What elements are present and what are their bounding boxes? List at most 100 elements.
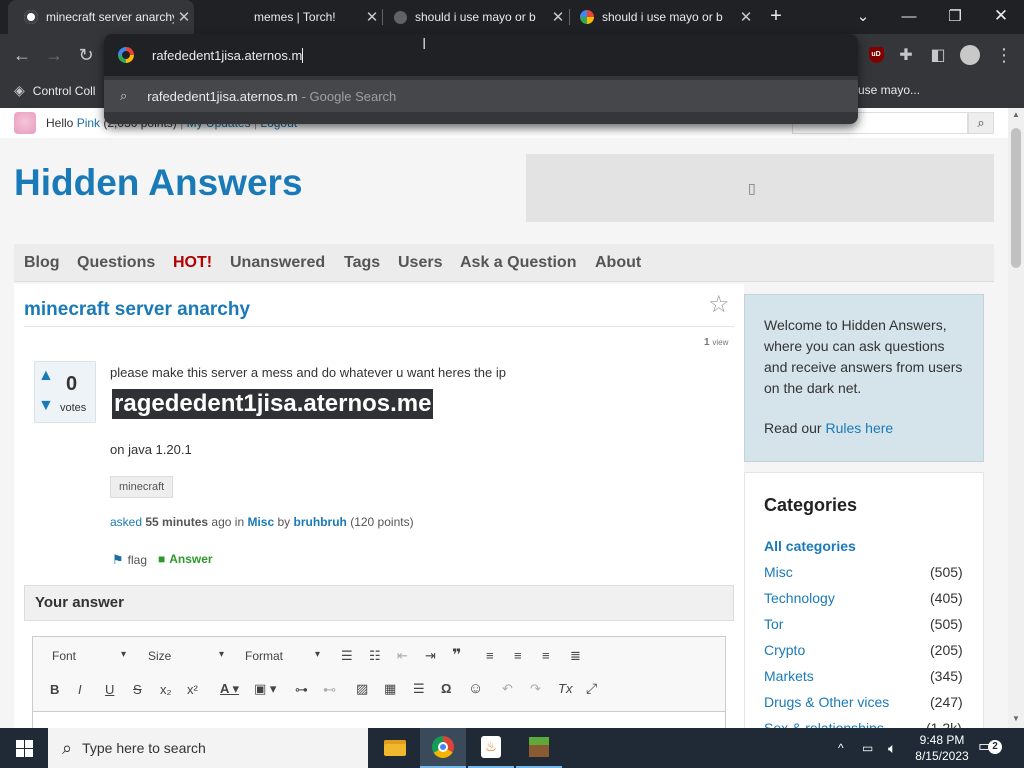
tab-minecraft[interactable]: minecraft server anarchy ✕: [8, 0, 194, 34]
java-taskbar-button[interactable]: ♨: [468, 728, 514, 768]
bookmark-item[interactable]: ◈ Control Coll: [14, 82, 95, 99]
file-explorer-button[interactable]: [372, 728, 418, 768]
taskbar-search[interactable]: ⌕ Type here to search: [48, 728, 368, 768]
tab-torch[interactable]: memes | Torch! ✕: [196, 0, 382, 34]
side-panel-icon[interactable]: ◧: [924, 41, 952, 69]
address-input[interactable]: rafededent1jisa.aternos.m: [152, 48, 302, 63]
asked-link[interactable]: asked: [110, 515, 142, 529]
italic-icon[interactable]: I: [78, 682, 82, 697]
superscript-icon[interactable]: x²: [187, 682, 198, 697]
tab-mayo-1[interactable]: should i use mayo or b ✕: [384, 0, 568, 34]
justify-icon[interactable]: ≣: [570, 648, 581, 664]
maximize-icon[interactable]: ⤢: [586, 680, 597, 697]
close-icon[interactable]: ✕: [548, 8, 568, 26]
bold-icon[interactable]: B: [50, 682, 59, 697]
all-categories-link[interactable]: All categories: [764, 538, 856, 554]
category-crypto[interactable]: Crypto: [764, 642, 805, 658]
link-icon[interactable]: ⊶: [295, 682, 308, 698]
nav-about[interactable]: About: [595, 254, 641, 272]
underline-icon[interactable]: U: [105, 682, 114, 697]
nav-blog[interactable]: Blog: [24, 254, 60, 272]
special-char-icon[interactable]: Ω: [441, 681, 451, 696]
minecraft-taskbar-button[interactable]: [516, 728, 562, 768]
taskbar-clock[interactable]: 9:48 PM 8/15/2023: [912, 732, 972, 764]
image-icon[interactable]: ▨: [356, 681, 368, 697]
horizontal-rule-icon[interactable]: ☰: [413, 681, 425, 697]
scrollbar-thumb[interactable]: [1011, 128, 1021, 268]
scroll-down-icon[interactable]: ▼: [1012, 714, 1020, 723]
bookmark-item-right[interactable]: use mayo...: [858, 83, 920, 97]
category-misc[interactable]: Misc: [764, 564, 793, 580]
vote-up-icon[interactable]: ▲: [38, 367, 54, 385]
unlink-icon[interactable]: ⊷: [323, 682, 336, 698]
restore-button[interactable]: ❐: [932, 0, 978, 32]
category-tor[interactable]: Tor: [764, 616, 783, 632]
omnibox-suggestion[interactable]: ⌕ rafededent1jisa.aternos.m - Google Sea…: [104, 80, 858, 112]
new-tab-button[interactable]: +: [756, 0, 796, 32]
close-window-button[interactable]: ✕: [978, 0, 1024, 32]
extensions-icon[interactable]: ✚: [892, 41, 920, 69]
answer-textarea[interactable]: [33, 712, 725, 728]
nav-users[interactable]: Users: [398, 254, 442, 272]
subscript-icon[interactable]: x₂: [160, 682, 172, 697]
nav-ask[interactable]: Ask a Question: [460, 254, 576, 272]
notifications-button[interactable]: ▭ 2: [978, 736, 1004, 760]
close-icon[interactable]: ✕: [174, 8, 194, 26]
menu-kebab-icon[interactable]: ⋮: [990, 41, 1018, 69]
category-link[interactable]: Misc: [247, 515, 274, 529]
author-link[interactable]: bruhbruh: [294, 515, 347, 529]
align-left-icon[interactable]: ≡: [486, 648, 494, 663]
chrome-taskbar-button[interactable]: [420, 728, 466, 768]
forward-icon[interactable]: →: [40, 41, 68, 69]
background-color-icon[interactable]: ▣ ▾: [254, 681, 276, 697]
flag-button[interactable]: ⚑ flag: [112, 552, 147, 568]
format-select[interactable]: Format: [245, 649, 283, 663]
smiley-icon[interactable]: ☺: [468, 680, 483, 697]
start-button[interactable]: [0, 728, 48, 768]
search-button[interactable]: ⌕: [968, 112, 994, 134]
indent-icon[interactable]: ⇥: [425, 648, 436, 664]
rules-link[interactable]: Rules here: [825, 420, 893, 436]
category-drugs[interactable]: Drugs & Other vices: [764, 694, 889, 710]
reload-icon[interactable]: ↻: [72, 41, 100, 69]
site-title[interactable]: Hidden Answers: [14, 162, 303, 204]
font-select[interactable]: Font: [52, 649, 76, 663]
address-bar[interactable]: rafededent1jisa.aternos.m I: [104, 34, 858, 76]
remove-format-icon[interactable]: Tx: [558, 681, 572, 696]
text-color-icon[interactable]: A ▾: [220, 681, 239, 697]
scroll-up-icon[interactable]: ▲: [1012, 110, 1020, 119]
nav-unanswered[interactable]: Unanswered: [230, 254, 325, 272]
close-icon[interactable]: ✕: [736, 8, 756, 26]
minimize-button[interactable]: —: [886, 0, 932, 32]
category-markets[interactable]: Markets: [764, 668, 814, 684]
vote-down-icon[interactable]: ▼: [38, 397, 54, 415]
table-icon[interactable]: ▦: [384, 681, 396, 697]
nav-hot[interactable]: HOT!: [173, 254, 212, 272]
blockquote-icon[interactable]: ❞: [452, 645, 461, 665]
user-link[interactable]: Pink: [77, 116, 100, 130]
profile-icon[interactable]: [956, 41, 984, 69]
numbered-list-icon[interactable]: ☰: [341, 648, 353, 664]
volume-icon[interactable]: 🔈︎: [888, 728, 906, 768]
nav-questions[interactable]: Questions: [77, 254, 155, 272]
strikethrough-icon[interactable]: S: [133, 682, 142, 697]
bulleted-list-icon[interactable]: ☷: [369, 648, 381, 664]
align-right-icon[interactable]: ≡: [542, 648, 550, 663]
network-icon[interactable]: ▭: [862, 728, 880, 768]
tray-chevron-icon[interactable]: ^: [838, 728, 856, 768]
back-icon[interactable]: ←: [8, 41, 36, 69]
avatar[interactable]: [14, 112, 36, 134]
size-select[interactable]: Size: [148, 649, 171, 663]
outdent-icon[interactable]: ⇤: [397, 648, 408, 664]
undo-icon[interactable]: ↶: [502, 681, 513, 697]
category-sex[interactable]: Sex & relationships: [764, 720, 884, 728]
align-center-icon[interactable]: ≡: [514, 648, 522, 663]
tab-search-chevron-icon[interactable]: ⌄: [840, 0, 886, 32]
nav-tags[interactable]: Tags: [344, 254, 380, 272]
tab-mayo-2[interactable]: should i use mayo or b ✕: [570, 0, 756, 34]
tag-minecraft[interactable]: minecraft: [110, 476, 174, 498]
close-icon[interactable]: ✕: [362, 8, 382, 26]
category-technology[interactable]: Technology: [764, 590, 835, 606]
ublock-icon[interactable]: uD: [862, 41, 890, 69]
answer-button[interactable]: ■ Answer: [158, 552, 213, 566]
